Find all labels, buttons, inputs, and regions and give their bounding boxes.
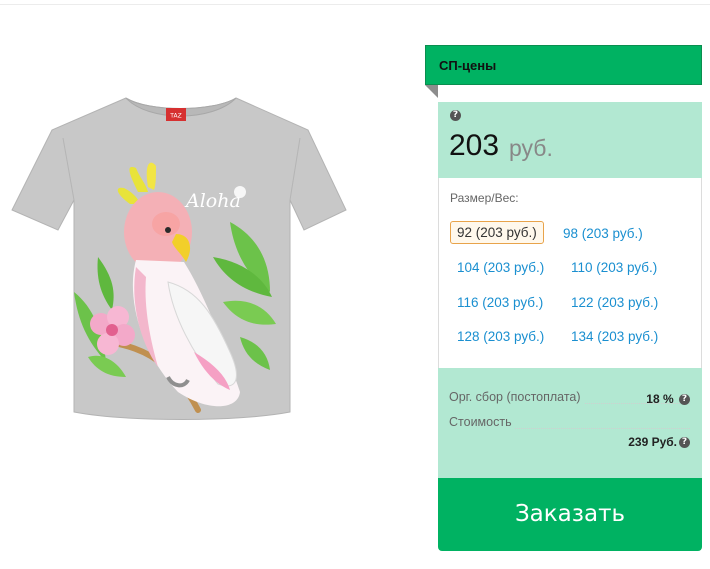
cost-value: 239 Руб. (628, 435, 677, 449)
org-fee-value-wrap: 18 % ? (646, 392, 690, 406)
cost-row: Стоимость 239 Руб.? (449, 415, 690, 449)
price-box: ? 203 руб. (438, 102, 702, 178)
cost-value-wrap: 239 Руб.? (628, 435, 690, 449)
size-option-134[interactable]: 134 (203 руб.) (571, 329, 658, 344)
size-option-116[interactable]: 116 (203 руб.) (457, 295, 543, 310)
size-option-110[interactable]: 110 (203 руб.) (571, 260, 657, 275)
aloha-print-text: Aloha (184, 190, 241, 212)
size-label: Размер/Вес: (450, 191, 519, 205)
cost-label: Стоимость (449, 415, 515, 429)
price-panel-header: СП-цены (425, 45, 702, 85)
size-option-92[interactable]: 92 (203 руб.) (450, 221, 544, 244)
size-option-128[interactable]: 128 (203 руб.) (457, 329, 544, 344)
org-fee-value: 18 % (646, 392, 674, 406)
fees-box: Орг. сбор (постоплата) 18 % ? Стоимость … (438, 368, 702, 478)
product-image[interactable]: TAZ Aloha (8, 92, 353, 427)
label-text: TAZ (169, 113, 181, 120)
t-shirt-graphic: TAZ Aloha (11, 97, 347, 420)
org-fee-help-icon[interactable]: ? (679, 394, 690, 406)
price-value: 203 (449, 129, 500, 162)
size-option-122[interactable]: 122 (203 руб.) (571, 295, 658, 310)
top-divider (0, 4, 710, 5)
order-button[interactable]: Заказать (438, 478, 702, 551)
price-unit: руб. (509, 135, 553, 161)
cost-help-icon[interactable]: ? (679, 437, 690, 449)
panel-title: СП-цены (439, 58, 497, 73)
price-help-icon[interactable]: ? (450, 110, 461, 121)
org-fee-row: Орг. сбор (постоплата) 18 % ? (449, 390, 690, 408)
size-option-98[interactable]: 98 (203 руб.) (563, 226, 643, 241)
size-option-104[interactable]: 104 (203 руб.) (457, 260, 544, 275)
size-selector: Размер/Вес: 92 (203 руб.) 98 (203 руб.) … (438, 178, 702, 368)
org-fee-label: Орг. сбор (постоплата) (449, 390, 584, 404)
header-fold-corner (425, 85, 438, 98)
